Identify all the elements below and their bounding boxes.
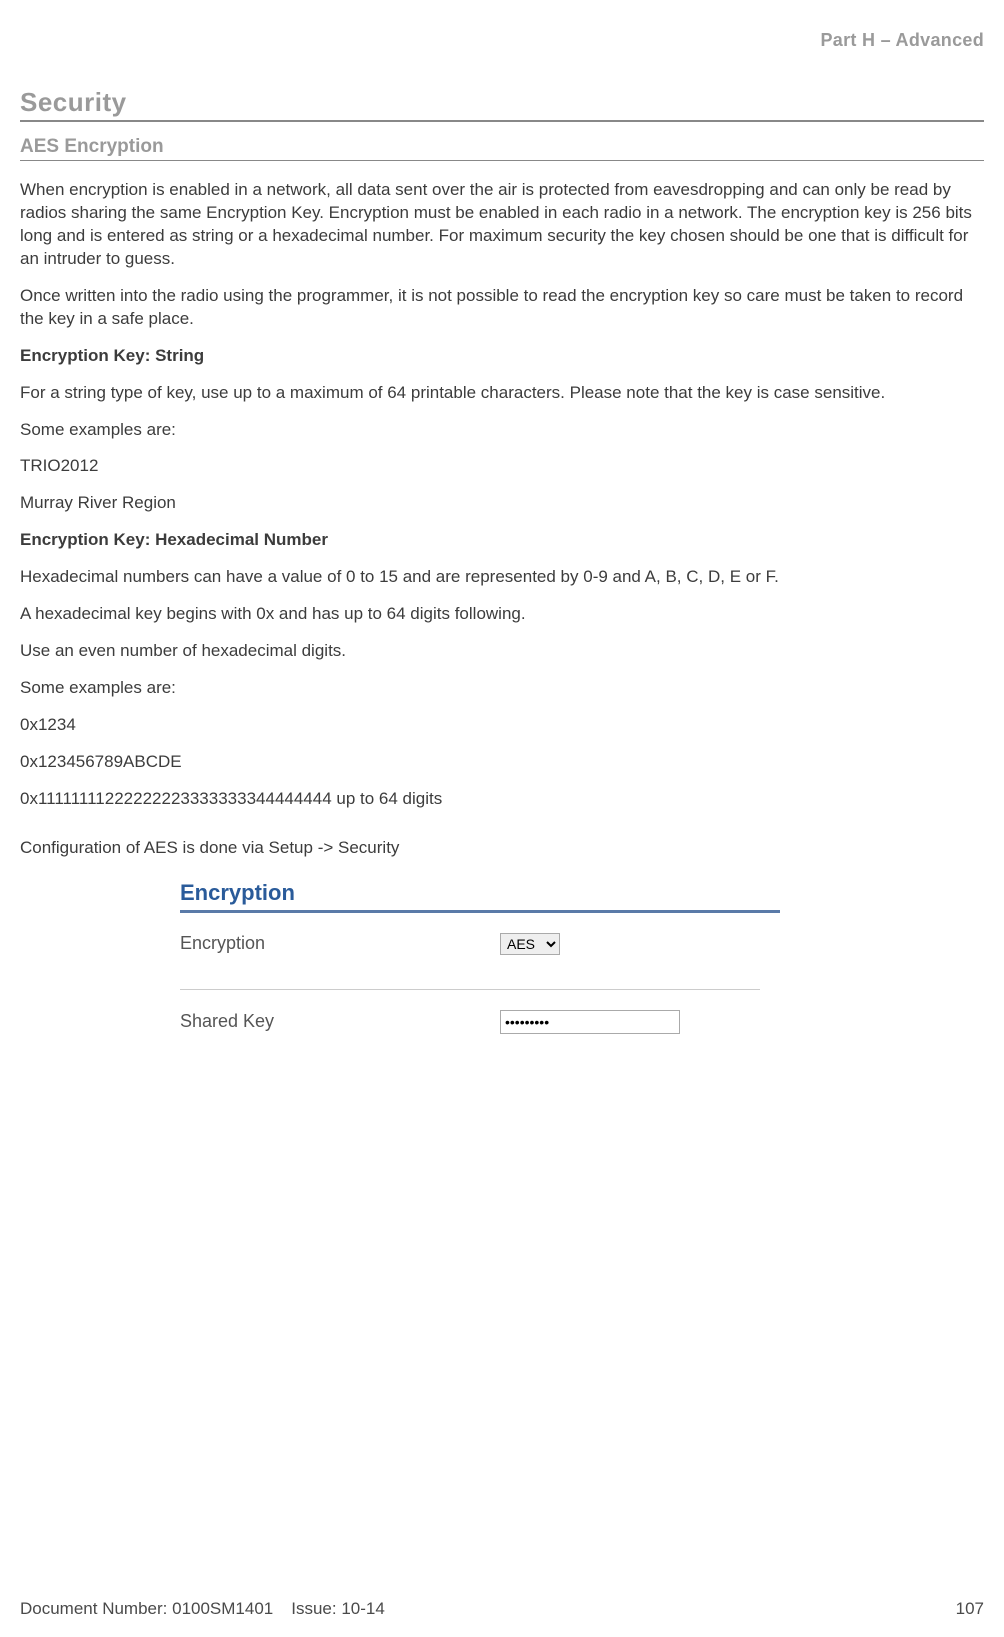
divider xyxy=(180,989,760,990)
body-paragraph: Configuration of AES is done via Setup -… xyxy=(20,837,984,860)
panel-title: Encryption xyxy=(180,880,780,913)
encryption-config-panel: Encryption Encryption AES Shared Key xyxy=(180,880,820,1040)
footer-page-number: 107 xyxy=(956,1599,984,1619)
section-title: Security xyxy=(20,87,984,122)
body-subheading-hex: Encryption Key: Hexadecimal Number xyxy=(20,529,984,552)
example-value: Murray River Region xyxy=(20,492,984,515)
config-row-encryption: Encryption AES xyxy=(180,927,820,961)
body-paragraph: A hexadecimal key begins with 0x and has… xyxy=(20,603,984,626)
example-value: 0x1234 xyxy=(20,714,984,737)
body-paragraph: Some examples are: xyxy=(20,419,984,442)
footer-docnum: Document Number: 0100SM1401 xyxy=(20,1599,273,1619)
body-paragraph: Some examples are: xyxy=(20,677,984,700)
body-paragraph: For a string type of key, use up to a ma… xyxy=(20,382,984,405)
body-paragraph: When encryption is enabled in a network,… xyxy=(20,179,984,271)
body-subheading-string: Encryption Key: String xyxy=(20,345,984,368)
body-paragraph: Hexadecimal numbers can have a value of … xyxy=(20,566,984,589)
example-value: 0x11111111222222223333333344444444 up to… xyxy=(20,788,984,811)
encryption-select[interactable]: AES xyxy=(500,933,560,955)
body-paragraph: Once written into the radio using the pr… xyxy=(20,285,984,331)
sharedkey-input[interactable] xyxy=(500,1010,680,1034)
section-subtitle: AES Encryption xyxy=(20,136,984,161)
header-part-label: Part H – Advanced xyxy=(20,30,984,51)
config-row-sharedkey: Shared Key xyxy=(180,1004,820,1040)
body-paragraph: Use an even number of hexadecimal digits… xyxy=(20,640,984,663)
page-footer: Document Number: 0100SM1401 Issue: 10-14… xyxy=(20,1599,984,1619)
example-value: TRIO2012 xyxy=(20,455,984,478)
footer-issue: Issue: 10-14 xyxy=(291,1599,385,1619)
sharedkey-label: Shared Key xyxy=(180,1011,500,1032)
example-value: 0x123456789ABCDE xyxy=(20,751,984,774)
encryption-label: Encryption xyxy=(180,933,500,954)
